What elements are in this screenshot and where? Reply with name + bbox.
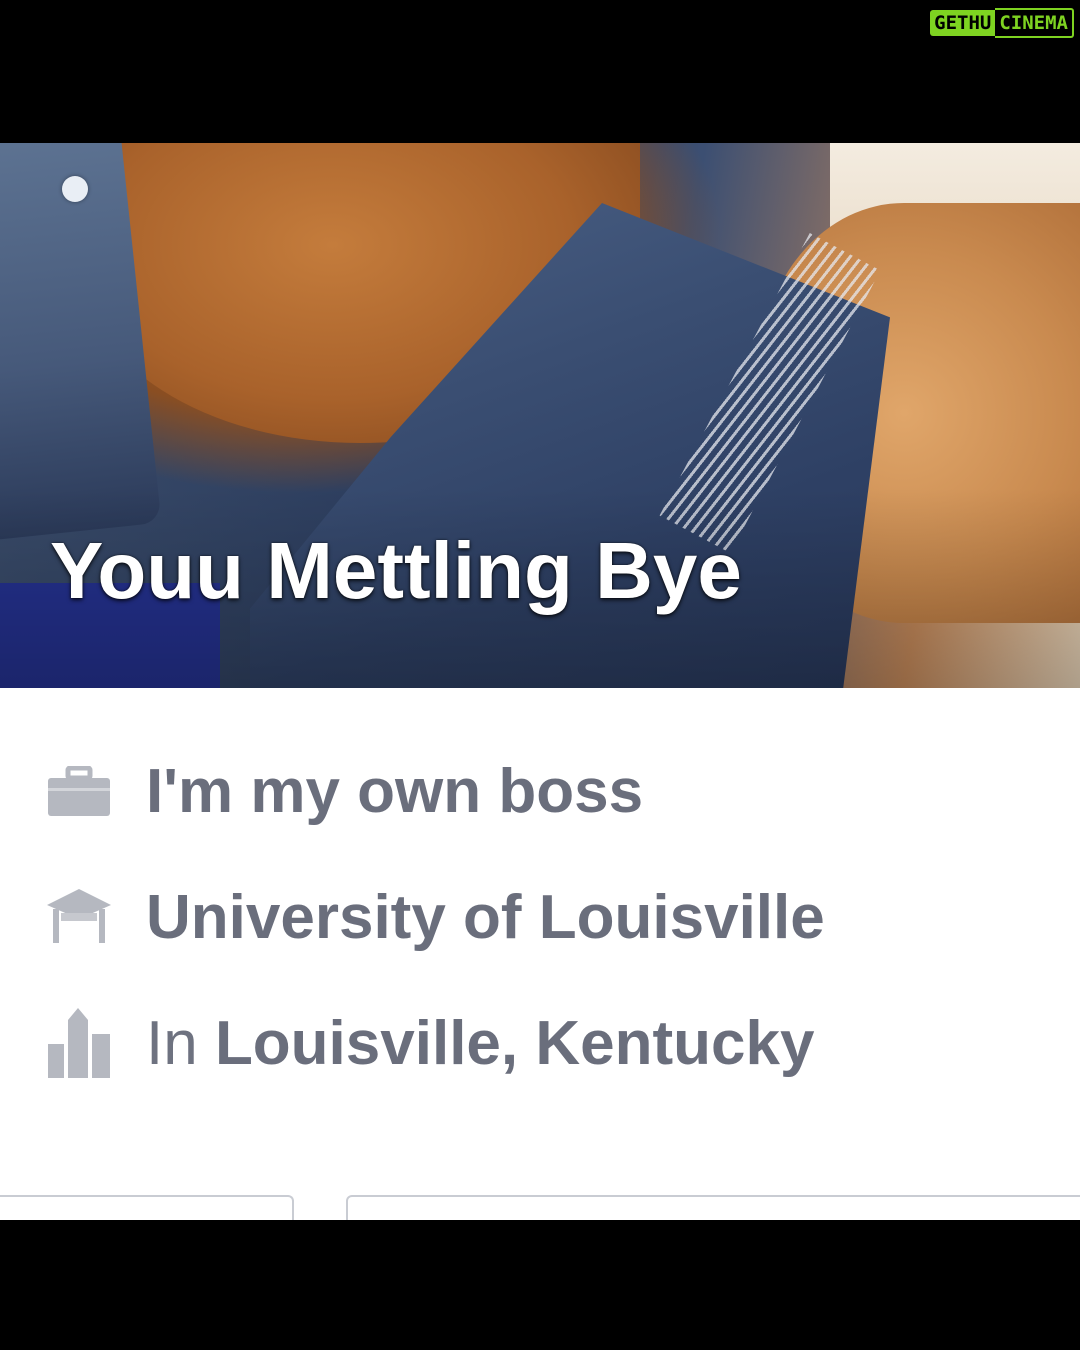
bottom-tabs <box>0 1195 1080 1220</box>
profile-card: Youu Mettling Bye I'm my own boss Univer… <box>0 143 1080 1220</box>
cover-photo[interactable]: Youu Mettling Bye <box>0 143 1080 688</box>
city-icon <box>44 1008 114 1078</box>
tab-left[interactable] <box>0 1195 294 1220</box>
info-row-work[interactable]: I'm my own boss <box>44 728 1044 854</box>
info-location-city[interactable]: Louisville, Kentucky <box>215 1009 815 1078</box>
info-location-prefix: In <box>146 1008 215 1078</box>
watermark-part-a: GETHU <box>930 10 996 36</box>
cover-photo-button <box>62 176 88 202</box>
briefcase-icon <box>44 756 114 826</box>
bottom-black-bar <box>0 1220 1080 1350</box>
info-location-text: In Louisville, Kentucky <box>146 1008 814 1079</box>
info-row-location[interactable]: In Louisville, Kentucky <box>44 980 1044 1106</box>
watermark-part-b: CINEMA <box>995 8 1074 38</box>
info-row-education[interactable]: University of Louisville <box>44 854 1044 980</box>
tab-right[interactable] <box>346 1195 1080 1220</box>
profile-name[interactable]: Youu Mettling Bye <box>50 525 742 617</box>
info-education-text: University of Louisville <box>146 882 825 952</box>
graduation-cap-icon <box>44 882 114 952</box>
watermark-logo: GETHU CINEMA <box>930 8 1074 38</box>
profile-info-list: I'm my own boss University of Louisville <box>44 728 1044 1106</box>
info-work-text: I'm my own boss <box>146 756 644 826</box>
